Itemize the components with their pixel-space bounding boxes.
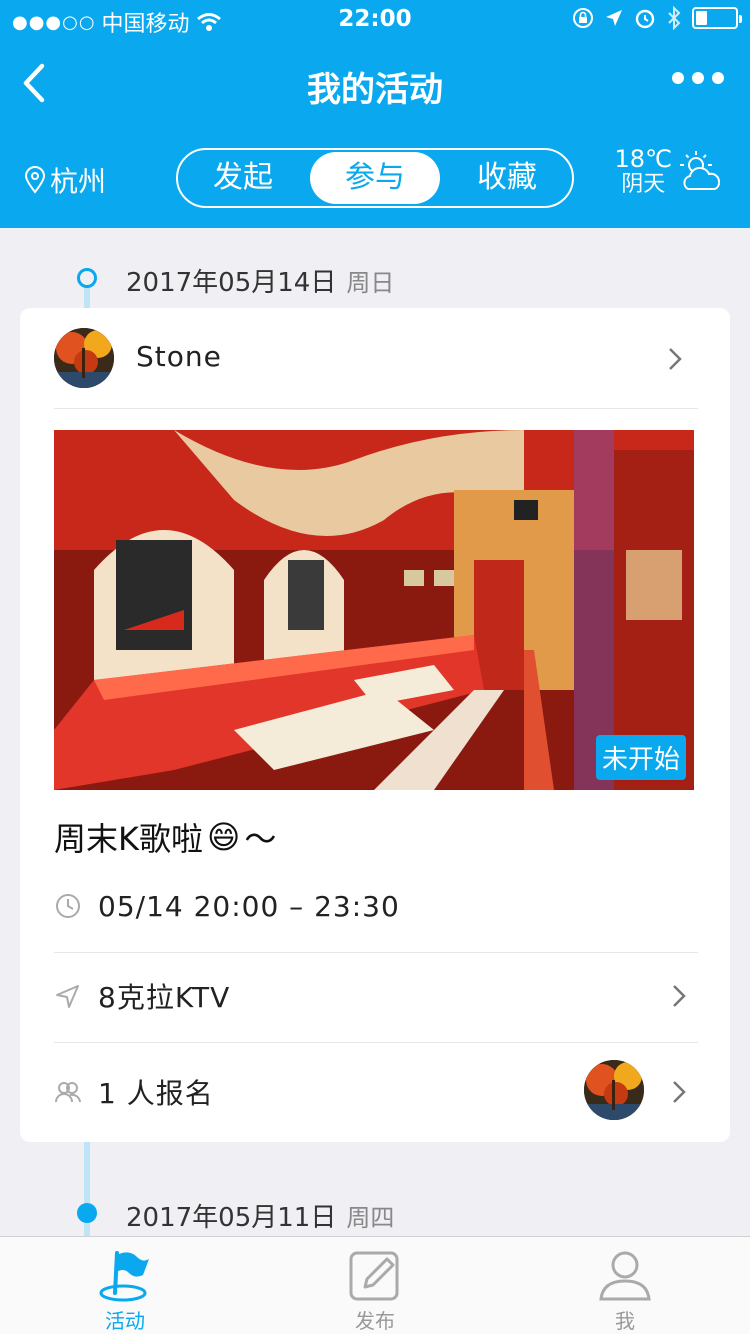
chevron-right-icon (669, 348, 682, 370)
grin-emoji: 😄 (207, 818, 241, 856)
signup-count: 1 人报名 (98, 1077, 214, 1110)
location-pin-icon (24, 166, 46, 194)
organizer-name: Stone (136, 340, 222, 373)
alarm-icon (635, 9, 655, 29)
flag-icon (99, 1251, 149, 1302)
divider (54, 1042, 698, 1043)
navigation-icon (56, 985, 79, 1008)
signup-row[interactable]: 1 人报名 (54, 1060, 698, 1122)
rotation-lock-icon (573, 8, 593, 28)
weather-desc: 阴天 (621, 172, 666, 197)
bluetooth-icon (668, 6, 681, 30)
segment-joined[interactable]: 参与 (310, 152, 440, 204)
cloudy-sun-icon (680, 151, 720, 190)
tab-publish[interactable]: 发布 (250, 1237, 500, 1334)
chevron-right-icon (673, 1081, 686, 1103)
avatar (54, 328, 114, 388)
battery-icon (692, 7, 742, 29)
status-badge: 未开始 (595, 735, 686, 780)
timeline-date: 2017年05月14日 周日 (126, 268, 395, 298)
sub-bar: 杭州 发起 参与 收藏 18℃ 阴天 (0, 146, 750, 212)
location-row[interactable]: 8克拉KTV (54, 966, 698, 1026)
tab-me[interactable]: 我 (500, 1237, 750, 1334)
edit-icon (349, 1251, 399, 1301)
person-icon (599, 1251, 651, 1301)
segment-initiated[interactable]: 发起 (178, 150, 308, 206)
more-options-button[interactable] (672, 72, 724, 84)
clock-icon (56, 894, 80, 918)
activity-photo[interactable]: 未开始 (54, 430, 694, 790)
divider (54, 952, 698, 953)
page-title: 我的活动 (307, 70, 443, 110)
tab-label: 我 (615, 1309, 635, 1333)
activity-card[interactable]: Stone 未开始 周末K歌啦 😄 ～ 05/14 20:00 – 23:30 … (20, 308, 730, 1142)
participant-avatar (584, 1060, 644, 1120)
activity-location: 8克拉KTV (98, 981, 231, 1014)
weather-widget: 18℃ 阴天 (615, 146, 727, 198)
nav-bar: 我的活动 (0, 44, 750, 124)
city-selector[interactable]: 杭州 (24, 160, 106, 200)
location-arrow-icon (606, 10, 622, 26)
city-label: 杭州 (50, 165, 107, 198)
chevron-right-icon (673, 985, 686, 1007)
timeline-dot (77, 268, 97, 288)
activity-time: 05/14 20:00 – 23:30 (98, 889, 400, 923)
segment-favorites[interactable]: 收藏 (442, 150, 572, 206)
tab-activities[interactable]: 活动 (0, 1237, 250, 1334)
header: ●●●○○ 中国移动 22:00 我的活动 杭州 发起 参与 收藏 18℃ 阴天 (0, 0, 750, 228)
time-row: 05/14 20:00 – 23:30 (54, 876, 698, 936)
timeline-dot (77, 1203, 97, 1223)
status-bar: ●●●○○ 中国移动 22:00 (0, 0, 750, 40)
divider (54, 408, 698, 409)
weather-temp: 18℃ (614, 145, 673, 173)
tab-label: 活动 (105, 1309, 145, 1333)
tab-label: 发布 (355, 1309, 395, 1333)
timeline-date: 2017年05月11日 周四 (126, 1203, 395, 1233)
tab-bar: 活动 发布 我 (0, 1236, 750, 1334)
activity-title: 周末K歌啦 😄 ～ (54, 818, 277, 858)
people-icon (55, 1082, 81, 1103)
organizer-row[interactable]: Stone (20, 308, 730, 408)
segmented-control: 发起 参与 收藏 (176, 148, 574, 208)
